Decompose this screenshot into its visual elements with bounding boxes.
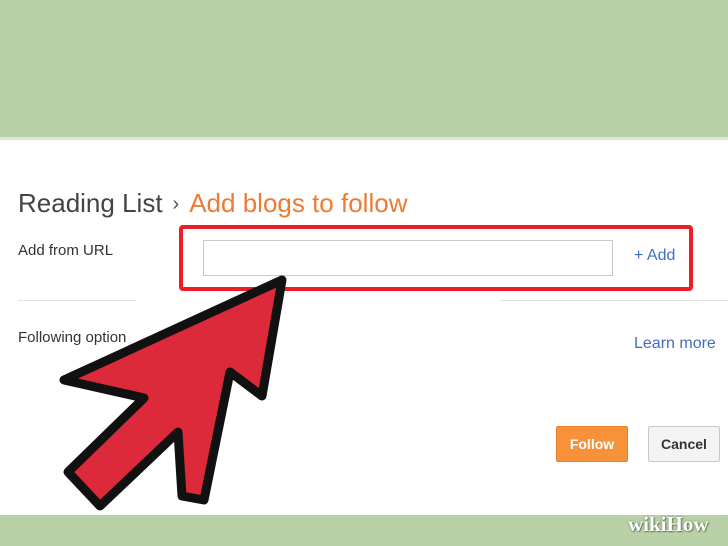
url-input[interactable] bbox=[203, 240, 613, 276]
wikihow-watermark: wikiHow bbox=[628, 512, 709, 536]
follow-button[interactable]: Follow bbox=[556, 426, 628, 462]
breadcrumb-reading-list[interactable]: Reading List bbox=[18, 188, 163, 218]
add-from-url-label: Add from URL bbox=[18, 242, 114, 259]
breadcrumb: Reading List › Add blogs to follow bbox=[18, 186, 407, 223]
learn-more-link[interactable]: Learn more bbox=[634, 335, 716, 353]
divider-right bbox=[500, 300, 728, 301]
add-url-link[interactable]: + Add bbox=[634, 247, 675, 265]
cancel-button[interactable]: Cancel bbox=[648, 426, 720, 462]
following-options-label: Following option bbox=[18, 329, 127, 346]
breadcrumb-separator: › bbox=[172, 193, 180, 215]
divider-left bbox=[18, 300, 136, 301]
page-title: Add blogs to follow bbox=[189, 188, 408, 218]
